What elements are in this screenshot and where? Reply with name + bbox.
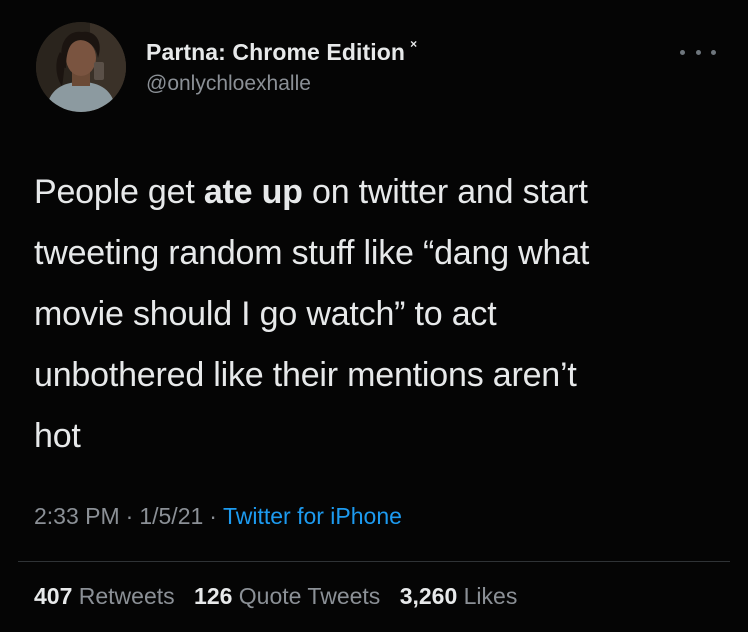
more-options-icon[interactable] bbox=[680, 44, 716, 60]
tweet-line: movie should I go watch” to act bbox=[34, 284, 714, 345]
tweet-line: tweeting random stuff like “dang what bbox=[34, 223, 714, 284]
more-dot bbox=[680, 49, 685, 55]
author-name-row[interactable]: Partna: Chrome Edition × bbox=[146, 36, 417, 68]
tweet-text-bold: ate up bbox=[203, 173, 303, 211]
tweet-card: Partna: Chrome Edition × @onlychloexhall… bbox=[0, 0, 748, 632]
likes-count: 3,260 bbox=[399, 583, 458, 609]
tweet-text-segment: People get bbox=[34, 173, 204, 211]
display-name[interactable]: Partna: Chrome Edition bbox=[146, 39, 405, 66]
tweet-text-segment: on twitter and start bbox=[302, 173, 588, 211]
tweet-text-segment: movie should I go watch” to act bbox=[34, 295, 497, 333]
username-handle[interactable]: @onlychloexhalle bbox=[146, 72, 311, 96]
tweet-metadata: 2:33 PM · 1/5/21 · Twitter for iPhone bbox=[34, 503, 402, 530]
avatar[interactable] bbox=[36, 22, 126, 112]
tweet-text-segment: unbothered like their mentions aren’t bbox=[34, 356, 577, 394]
tweet-line: unbothered like their mentions aren’t bbox=[34, 345, 714, 406]
tweet-source-link[interactable]: Twitter for iPhone bbox=[223, 503, 402, 529]
likes-stat[interactable]: 3,260 Likes bbox=[400, 583, 518, 609]
name-mark: × bbox=[410, 37, 418, 51]
retweets-label: Retweets bbox=[78, 583, 175, 609]
retweets-stat[interactable]: 407 Retweets bbox=[34, 583, 181, 609]
tweet-date[interactable]: 1/5/21 bbox=[139, 503, 203, 529]
more-dot bbox=[695, 49, 701, 55]
tweet-text-segment: tweeting random stuff like “dang what bbox=[34, 234, 590, 272]
tweet-line: hot bbox=[34, 406, 714, 467]
more-dot bbox=[711, 49, 716, 55]
separator: · bbox=[209, 503, 217, 529]
quote-tweets-count: 126 bbox=[194, 583, 233, 609]
tweet-line: People get ate up on twitter and start bbox=[34, 162, 714, 223]
separator: · bbox=[125, 503, 134, 529]
profile-photo-icon bbox=[36, 22, 126, 112]
tweet-time[interactable]: 2:33 PM bbox=[34, 503, 120, 529]
quote-tweets-label: Quote Tweets bbox=[238, 583, 381, 609]
quote-tweets-stat[interactable]: 126 Quote Tweets bbox=[194, 583, 387, 609]
likes-label: Likes bbox=[463, 583, 518, 609]
divider bbox=[18, 561, 730, 562]
tweet-text-segment: hot bbox=[34, 417, 81, 455]
retweets-count: 407 bbox=[34, 583, 73, 609]
tweet-text: People get ate up on twitter and start t… bbox=[34, 162, 714, 467]
engagement-stats: 407 Retweets 126 Quote Tweets 3,260 Like… bbox=[34, 583, 530, 610]
